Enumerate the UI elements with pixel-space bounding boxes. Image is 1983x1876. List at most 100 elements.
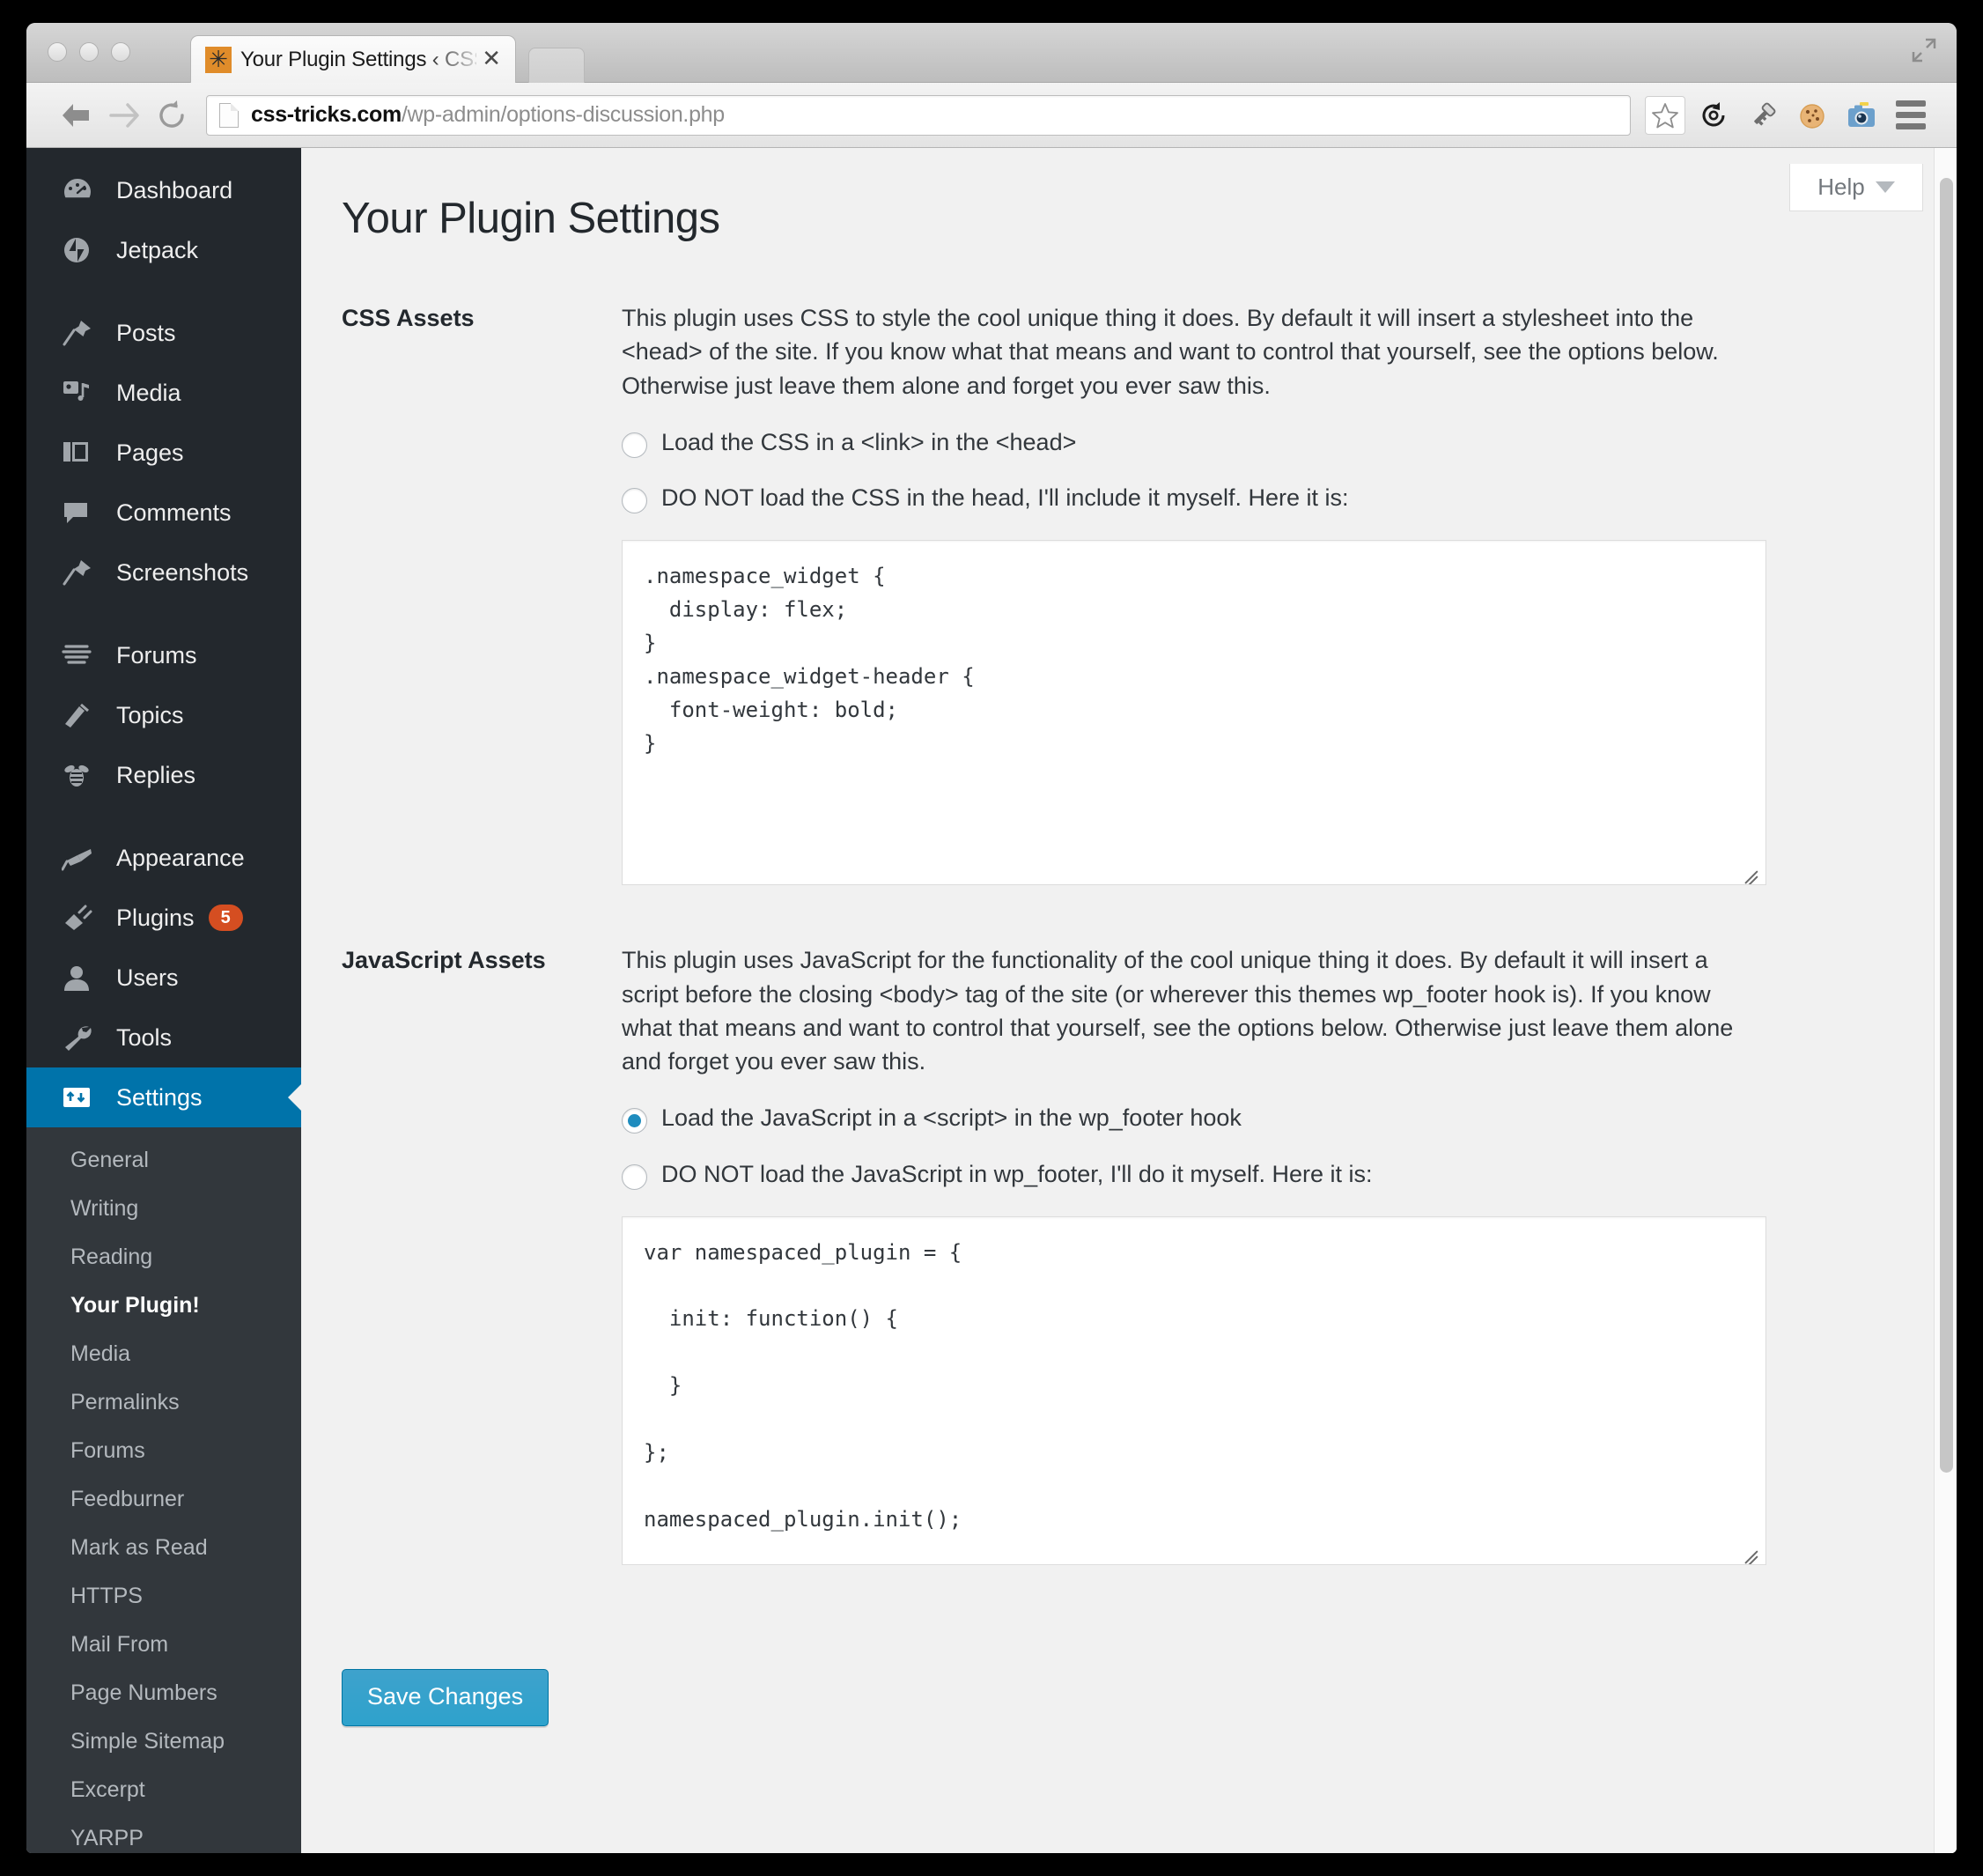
radio-label: DO NOT load the CSS in the head, I'll in… <box>661 484 1349 512</box>
pages-icon <box>62 435 100 470</box>
submenu-item-reading[interactable]: Reading <box>26 1233 301 1281</box>
help-button[interactable]: Help <box>1789 164 1923 211</box>
submenu-item-yarpp[interactable]: YARPP <box>26 1814 301 1853</box>
settings-icon <box>62 1080 100 1115</box>
forums-icon <box>62 638 100 673</box>
url-path: /wp-admin/options-discussion.php <box>401 102 725 127</box>
submenu-item-permalinks[interactable]: Permalinks <box>26 1378 301 1427</box>
plug-icon <box>62 900 100 935</box>
sidebar-item-label: Replies <box>116 761 196 788</box>
plugins-update-badge: 5 <box>208 905 243 931</box>
sidebar-item-tools[interactable]: Tools <box>26 1008 301 1067</box>
menu-divider <box>26 280 301 303</box>
sidebar-item-plugins[interactable]: Plugins 5 <box>26 888 301 948</box>
key-icon[interactable] <box>1738 91 1788 140</box>
submenu-item-writing[interactable]: Writing <box>26 1185 301 1233</box>
sidebar-item-topics[interactable]: Topics <box>26 685 301 745</box>
submenu-item-simple-sitemap[interactable]: Simple Sitemap <box>26 1717 301 1766</box>
sidebar-item-comments[interactable]: Comments <box>26 483 301 543</box>
scrollbar-thumb[interactable] <box>1940 178 1953 1473</box>
submenu-item-forums[interactable]: Forums <box>26 1427 301 1475</box>
reload-icon[interactable] <box>148 92 195 139</box>
close-window-button[interactable] <box>48 42 67 62</box>
sidebar-item-label: Settings <box>116 1083 203 1111</box>
window-traffic-lights[interactable] <box>48 42 130 62</box>
tab-title: Your Plugin Settings ‹ CSS- <box>240 47 477 71</box>
sidebar-item-appearance[interactable]: Appearance <box>26 828 301 888</box>
sidebar-item-dashboard[interactable]: Dashboard <box>26 160 301 220</box>
sidebar-item-users[interactable]: Users <box>26 948 301 1008</box>
submenu-item-mark-as-read[interactable]: Mark as Read <box>26 1524 301 1572</box>
cookie-icon[interactable] <box>1788 91 1837 140</box>
sidebar-item-settings[interactable]: Settings <box>26 1067 301 1127</box>
resize-grip-icon[interactable] <box>1736 1535 1759 1564</box>
radio-option-css-manual[interactable]: DO NOT load the CSS in the head, I'll in… <box>622 483 1766 514</box>
sidebar-item-jetpack[interactable]: Jetpack <box>26 220 301 280</box>
menu-divider <box>26 602 301 625</box>
sidebar-item-replies[interactable]: Replies <box>26 745 301 805</box>
sidebar-item-label: Topics <box>116 701 184 728</box>
radio-option-js-manual[interactable]: DO NOT load the JavaScript in wp_footer,… <box>622 1159 1766 1190</box>
new-tab-button[interactable] <box>528 48 585 83</box>
radio-option-js-footer[interactable]: Load the JavaScript in a <script> in the… <box>622 1103 1766 1134</box>
history-sync-icon[interactable] <box>1689 91 1738 140</box>
browser-tab[interactable]: ✳ Your Plugin Settings ‹ CSS- ✕ <box>190 35 516 83</box>
sidebar-item-label: Appearance <box>116 844 245 871</box>
submenu-item-excerpt[interactable]: Excerpt <box>26 1766 301 1814</box>
section-css-assets: CSS Assets This plugin uses CSS to style… <box>301 301 1957 886</box>
media-icon <box>62 375 100 410</box>
menu-hamburger-icon[interactable] <box>1886 91 1935 140</box>
radio-option-css-link[interactable]: Load the CSS in a <link> in the <head> <box>622 427 1766 458</box>
resize-grip-icon[interactable] <box>1736 855 1759 885</box>
js-code-textarea[interactable]: var namespaced_plugin = { init: function… <box>622 1215 1766 1565</box>
sidebar-item-posts[interactable]: Posts <box>26 303 301 363</box>
section-label: CSS Assets <box>342 305 475 331</box>
submenu-item-mail-from[interactable]: Mail From <box>26 1621 301 1669</box>
submenu-item-general[interactable]: General <box>26 1136 301 1185</box>
forward-icon[interactable] <box>100 92 148 139</box>
submenu-item-feedburner[interactable]: Feedburner <box>26 1475 301 1524</box>
fullscreen-expand-icon[interactable] <box>1911 37 1937 63</box>
tab-strip: ✳ Your Plugin Settings ‹ CSS- ✕ <box>26 23 1957 83</box>
submenu-item-media[interactable]: Media <box>26 1330 301 1378</box>
zoom-window-button[interactable] <box>111 42 130 62</box>
sidebar-item-forums[interactable]: Forums <box>26 625 301 685</box>
settings-content: Help Your Plugin Settings CSS Assets Thi… <box>301 148 1957 1853</box>
radio-button[interactable] <box>622 1108 647 1134</box>
menu-divider <box>26 805 301 828</box>
back-icon[interactable] <box>53 92 100 139</box>
submenu-item-page-numbers[interactable]: Page Numbers <box>26 1669 301 1717</box>
camera-icon[interactable] <box>1837 91 1886 140</box>
sidebar-item-pages[interactable]: Pages <box>26 423 301 483</box>
dashboard-icon <box>62 173 100 208</box>
sidebar-item-media[interactable]: Media <box>26 363 301 423</box>
section-label: JavaScript Assets <box>342 947 546 974</box>
css-code-textarea[interactable]: .namespace_widget { display: flex; } .na… <box>622 540 1766 886</box>
help-label: Help <box>1817 174 1865 200</box>
save-changes-button[interactable]: Save Changes <box>342 1668 549 1726</box>
minimize-window-button[interactable] <box>79 42 99 62</box>
submenu-item-your-plugin[interactable]: Your Plugin! <box>26 1281 301 1330</box>
sidebar-item-label: Forums <box>116 641 197 668</box>
comment-icon <box>62 495 100 530</box>
css-code-text: .namespace_widget { display: flex; } .na… <box>644 564 975 756</box>
radio-button[interactable] <box>622 488 647 514</box>
url-text: css-tricks.com/wp-admin/options-discussi… <box>251 102 725 128</box>
close-icon[interactable]: ✕ <box>476 47 506 73</box>
radio-button[interactable] <box>622 432 647 458</box>
topics-icon <box>62 698 100 733</box>
wrench-icon <box>62 1020 100 1055</box>
radio-label: Load the CSS in a <link> in the <head> <box>661 428 1077 455</box>
pin-icon <box>62 555 100 590</box>
brush-icon <box>62 840 100 875</box>
radio-button[interactable] <box>622 1163 647 1190</box>
page-viewport: Dashboard Jetpack Posts Media Pages Comm… <box>26 148 1957 1853</box>
sidebar-item-label: Dashboard <box>116 176 233 203</box>
submenu-item-https[interactable]: HTTPS <box>26 1572 301 1621</box>
bookmark-star-icon[interactable] <box>1645 95 1685 135</box>
page-scrollbar[interactable] <box>1934 148 1957 1853</box>
address-bar[interactable]: css-tricks.com/wp-admin/options-discussi… <box>206 94 1631 136</box>
settings-submenu: General Writing Reading Your Plugin! Med… <box>26 1127 301 1853</box>
chevron-down-icon <box>1875 181 1895 193</box>
sidebar-item-screenshots[interactable]: Screenshots <box>26 543 301 602</box>
